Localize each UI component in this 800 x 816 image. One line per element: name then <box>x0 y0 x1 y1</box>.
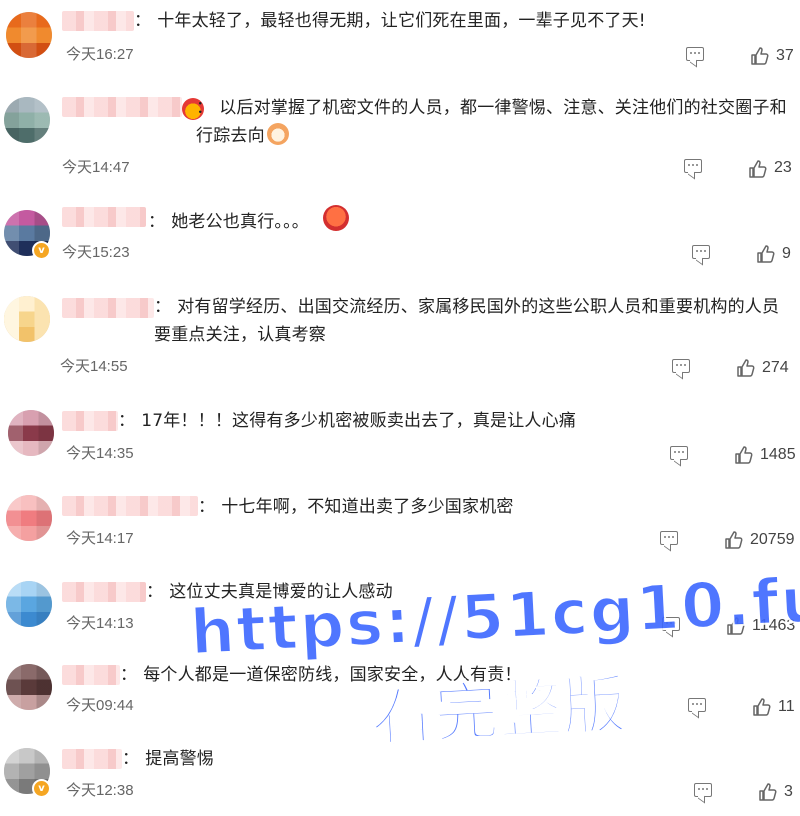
like-count: 3 <box>784 783 793 800</box>
thumbs-up-icon[interactable] <box>750 46 770 66</box>
username-blurred[interactable] <box>62 298 154 318</box>
username-blurred[interactable] <box>62 411 118 431</box>
comment-text: ：十七年啊，不知道出卖了多少国家机密 <box>198 497 514 517</box>
thumbs-up-icon[interactable] <box>734 445 754 465</box>
comment-text: ： 17年！！！这得有多少机密被贩卖出去了，真是让人心痛 <box>118 411 577 431</box>
avatar[interactable] <box>6 664 52 710</box>
reply-icon[interactable] <box>672 359 690 373</box>
like-count: 20759 <box>750 531 795 548</box>
username-blurred[interactable] <box>62 496 198 516</box>
like-count: 37 <box>776 47 794 64</box>
username-blurred[interactable] <box>62 582 146 602</box>
cat-emoji-icon <box>266 123 289 145</box>
comment-time: 今天15:23 <box>62 244 130 261</box>
like-count: 23 <box>774 159 792 176</box>
angry-face-emoji-icon <box>323 205 350 231</box>
comment-time: 今天14:17 <box>66 530 134 547</box>
username-blurred[interactable] <box>62 749 122 769</box>
like-count: 274 <box>762 359 789 376</box>
like-count: 11 <box>778 698 795 715</box>
like-count: 1485 <box>760 446 796 463</box>
reply-icon[interactable] <box>692 245 710 259</box>
reply-icon[interactable] <box>684 159 702 173</box>
comment-text: ：十年太轻了，最轻也得无期，让它们死在里面，一辈子见不了天! <box>134 11 646 31</box>
reply-icon[interactable] <box>660 531 678 545</box>
avatar[interactable] <box>8 410 54 456</box>
avatar[interactable] <box>6 581 52 627</box>
avatar[interactable] <box>4 296 50 342</box>
avatar[interactable] <box>6 495 52 541</box>
reply-icon[interactable] <box>694 783 712 797</box>
verified-badge-icon: v <box>32 241 51 260</box>
comment-time: 今天14:13 <box>66 615 134 632</box>
comment-time: 今天09:44 <box>66 697 134 714</box>
thumbs-up-icon[interactable] <box>724 530 744 550</box>
thumbs-up-icon[interactable] <box>748 159 768 179</box>
verified-badge-icon: v <box>32 779 51 798</box>
comment-time: 今天14:47 <box>62 159 130 176</box>
comment-text: ：对有留学经历、出国交流经历、家属移民国外的这些公职人员和重要机构的人员要重点关… <box>154 297 780 345</box>
thumbs-up-icon[interactable] <box>752 697 772 717</box>
comment-time: 今天14:35 <box>66 445 134 462</box>
comment-text: ：以后对掌握了机密文件的人员，都一律警惕、注意、关注他们的社交圈子和行踪去向 <box>196 98 787 146</box>
comment-feed: ：十年太轻了，最轻也得无期，让它们死在里面，一辈子见不了天! 今天16:27 3… <box>0 0 800 816</box>
username-blurred[interactable] <box>62 97 182 117</box>
thumbs-up-icon[interactable] <box>736 358 756 378</box>
comment-text: ：她老公也真行。。。 <box>148 205 788 236</box>
username-blurred[interactable] <box>62 207 146 227</box>
watermark-subtitle: 看完整版 <box>368 667 630 756</box>
comment-time: 今天14:55 <box>60 358 128 375</box>
like-count: 9 <box>782 245 791 262</box>
watermark-url: https://51cg10.fun <box>188 559 800 670</box>
avatar[interactable] <box>6 12 52 58</box>
username-blurred[interactable] <box>62 11 134 31</box>
thumbs-up-icon[interactable] <box>756 244 776 264</box>
reply-icon[interactable] <box>686 47 704 61</box>
avatar[interactable] <box>4 97 50 143</box>
comment-time: 今天16:27 <box>66 46 134 63</box>
reply-icon[interactable] <box>688 698 706 712</box>
thumbs-up-icon[interactable] <box>758 782 778 802</box>
comment-time: 今天12:38 <box>66 782 134 799</box>
username-blurred[interactable] <box>62 665 120 685</box>
reply-icon[interactable] <box>670 446 688 460</box>
